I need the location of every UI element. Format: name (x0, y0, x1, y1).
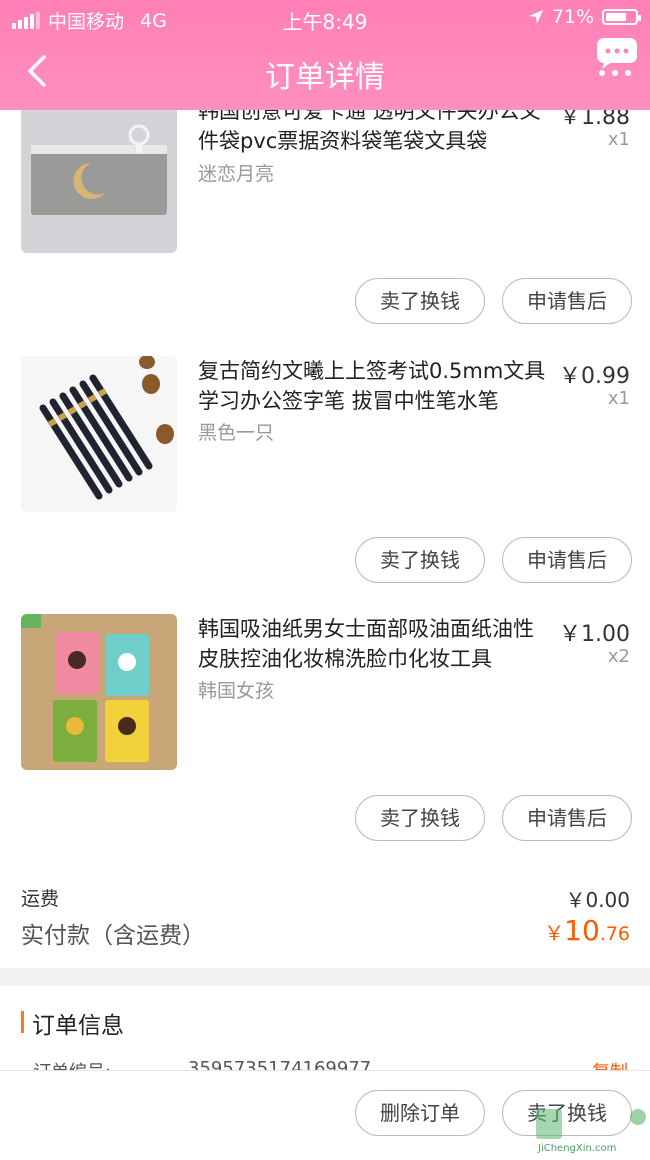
location-arrow-icon (528, 10, 543, 24)
product-quantity: x2 (607, 646, 630, 667)
after-sale-button[interactable]: 申请售后 (502, 795, 632, 841)
shipping-fee-value: ￥0.00 (565, 888, 630, 912)
product-thumbnail-pens[interactable] (21, 356, 177, 512)
shipping-fee-label: 运费 (21, 888, 60, 910)
battery-icon (602, 9, 641, 25)
page-title: 订单详情 (265, 60, 385, 95)
nav-bar: 订单详情 (0, 36, 650, 110)
amount-integer: 10 (564, 914, 600, 947)
product-spec: 迷恋月亮 (198, 163, 275, 185)
watermark-text: JiChengXin.com (538, 1143, 617, 1154)
battery-level (606, 13, 626, 21)
amount-decimal: .76 (599, 923, 630, 945)
product-name[interactable]: 韩国吸油纸男女士面部吸油面纸油性皮肤控油化妆棉洗脸巾化妆工具 (198, 614, 550, 674)
order-info-title: 订单信息 (32, 1013, 124, 1039)
amount-paid-label: 实付款（含运费） (21, 923, 205, 949)
app-header: 中国移动 4G 上午8:49 71% 订单详情 (0, 0, 650, 110)
product-quantity: x1 (607, 129, 630, 150)
product-name[interactable]: 复古简约文曦上上签考试0.5mm文具学习办公签字笔 拔冒中性笔水笔 (198, 356, 550, 416)
amount-paid-value: ￥10.76 (544, 914, 630, 947)
sell-button[interactable]: 卖了换钱 (355, 537, 485, 583)
product-spec: 黑色一只 (198, 422, 275, 444)
product-thumbnail-blotting-paper[interactable] (21, 614, 177, 770)
after-sale-button[interactable]: 申请售后 (502, 278, 632, 324)
product-thumbnail-pencil-bag[interactable] (21, 97, 177, 253)
product-price: ￥1.00 (559, 622, 630, 647)
sell-button[interactable]: 卖了换钱 (355, 278, 485, 324)
product-quantity: x1 (607, 388, 630, 409)
section-accent-bar (21, 1011, 24, 1033)
battery-percent: 71% (551, 6, 594, 28)
delete-order-button[interactable]: 删除订单 (355, 1090, 485, 1136)
sell-button[interactable]: 卖了换钱 (355, 795, 485, 841)
product-price: ￥0.99 (559, 364, 630, 389)
status-right: 71% (528, 6, 641, 28)
product-spec: 韩国女孩 (198, 680, 275, 702)
more-dots-icon[interactable] (598, 69, 632, 77)
section-divider (0, 968, 650, 986)
after-sale-button[interactable]: 申请售后 (502, 537, 632, 583)
status-bar: 中国移动 4G 上午8:49 71% (0, 0, 650, 36)
currency-symbol: ￥ (544, 921, 565, 945)
